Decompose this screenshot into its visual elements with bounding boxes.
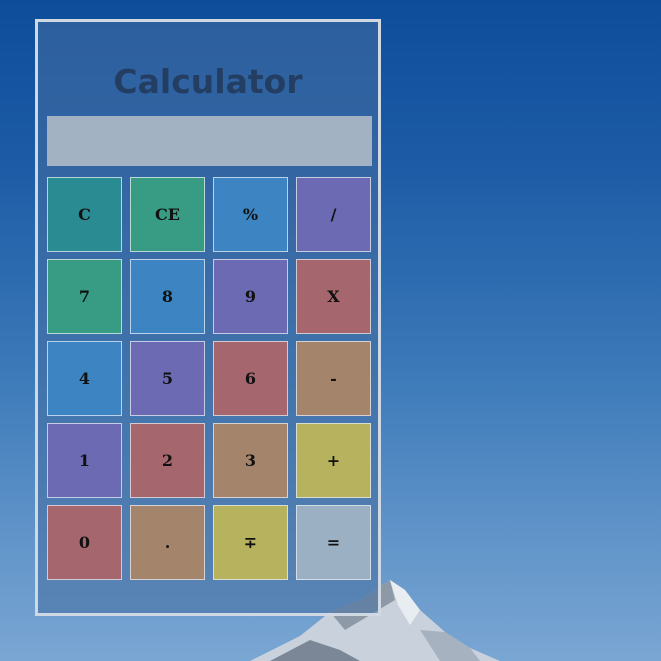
- digit-2-button[interactable]: 2: [130, 423, 205, 498]
- subtract-button[interactable]: -: [296, 341, 371, 416]
- calculator-title: Calculator: [113, 62, 303, 101]
- clear-button[interactable]: C: [47, 177, 122, 252]
- calculator-display[interactable]: [47, 116, 372, 166]
- sign-toggle-button[interactable]: ∓: [213, 505, 288, 580]
- add-button[interactable]: +: [296, 423, 371, 498]
- percent-button[interactable]: %: [213, 177, 288, 252]
- multiply-button[interactable]: X: [296, 259, 371, 334]
- digit-0-button[interactable]: 0: [47, 505, 122, 580]
- divide-button[interactable]: /: [296, 177, 371, 252]
- equals-button[interactable]: =: [296, 505, 371, 580]
- digit-4-button[interactable]: 4: [47, 341, 122, 416]
- digit-6-button[interactable]: 6: [213, 341, 288, 416]
- keypad: C CE % / 7 8 9 X 4 5 6 - 1 2 3 + 0 . ∓ =: [47, 177, 372, 582]
- digit-5-button[interactable]: 5: [130, 341, 205, 416]
- digit-9-button[interactable]: 9: [213, 259, 288, 334]
- decimal-button[interactable]: .: [130, 505, 205, 580]
- digit-3-button[interactable]: 3: [213, 423, 288, 498]
- digit-8-button[interactable]: 8: [130, 259, 205, 334]
- digit-7-button[interactable]: 7: [47, 259, 122, 334]
- clear-entry-button[interactable]: CE: [130, 177, 205, 252]
- digit-1-button[interactable]: 1: [47, 423, 122, 498]
- calculator-panel: Calculator C CE % / 7 8 9 X 4 5 6 - 1 2 …: [35, 19, 381, 616]
